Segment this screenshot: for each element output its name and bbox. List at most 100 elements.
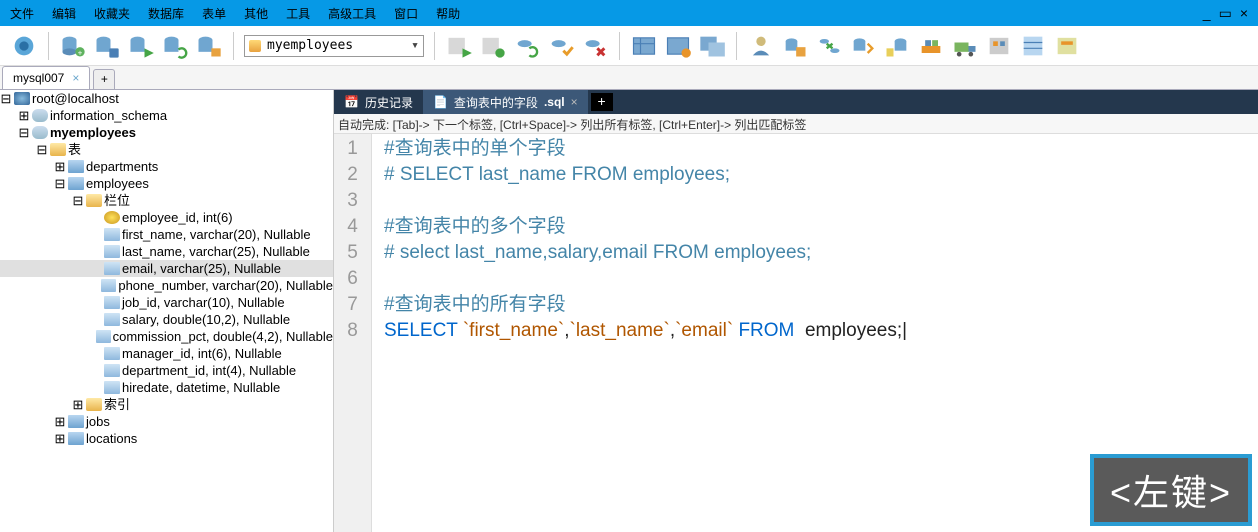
ico-col-icon [104, 262, 120, 275]
menu-item[interactable]: 窗口 [394, 5, 418, 22]
tool-a-icon[interactable] [985, 32, 1013, 60]
tree-column[interactable]: employee_id, int(6) [0, 209, 333, 226]
file-add-button[interactable]: + [591, 93, 613, 111]
menu-item[interactable]: 数据库 [148, 5, 184, 22]
left-click-overlay[interactable]: <左键> [1090, 454, 1252, 526]
ico-col-icon [104, 347, 120, 360]
menu-item[interactable]: 工具 [286, 5, 310, 22]
ico-folder-icon [50, 143, 66, 156]
ico-folder-icon [86, 398, 102, 411]
tree-column[interactable]: phone_number, varchar(20), Nullable [0, 277, 333, 294]
tree-column[interactable]: salary, double(10,2), Nullable [0, 311, 333, 328]
tree-folder[interactable]: ⊟ 表 [0, 141, 333, 158]
tree-toggle-icon[interactable]: ⊟ [36, 141, 48, 158]
new-conn-icon[interactable] [10, 32, 38, 60]
tree-toggle-icon[interactable]: ⊟ [0, 90, 12, 107]
tree-table[interactable]: ⊞ departments [0, 158, 333, 175]
close-icon[interactable]: × [1240, 5, 1248, 21]
menu-item[interactable]: 文件 [10, 5, 34, 22]
tree-toggle-icon[interactable]: ⊞ [18, 107, 30, 124]
trans-commit-icon[interactable] [547, 32, 575, 60]
tree-toggle-icon[interactable]: ⊞ [54, 413, 66, 430]
menu-item[interactable]: 高级工具 [328, 5, 376, 22]
tree-database[interactable]: ⊞ information_schema [0, 107, 333, 124]
tree-toggle-icon[interactable]: ⊞ [72, 396, 84, 413]
file-tab-label: 历史记录 [365, 94, 413, 111]
exec-icon[interactable] [445, 32, 473, 60]
ship-icon[interactable] [917, 32, 945, 60]
ico-col-icon [104, 313, 120, 326]
tree-column[interactable]: job_id, varchar(10), Nullable [0, 294, 333, 311]
tree-label: department_id, int(4), Nullable [122, 362, 296, 379]
ico-table-icon [68, 160, 84, 173]
exec-selection-icon[interactable] [479, 32, 507, 60]
tree-column[interactable]: department_id, int(4), Nullable [0, 362, 333, 379]
minimize-icon[interactable]: _ [1203, 5, 1211, 21]
tree-folder[interactable]: ⊟ 栏位 [0, 192, 333, 209]
connection-add-button[interactable]: + [93, 69, 115, 89]
ico-db-icon [32, 126, 48, 139]
menu-item[interactable]: 帮助 [436, 5, 460, 22]
db-run-icon[interactable] [127, 32, 155, 60]
ico-col-icon [104, 228, 120, 241]
tree-database[interactable]: ⊟ myemployees [0, 124, 333, 141]
trans-rollback-icon[interactable] [581, 32, 609, 60]
close-icon[interactable]: × [571, 95, 578, 109]
table-1-icon[interactable] [630, 32, 658, 60]
sync-icon[interactable] [815, 32, 843, 60]
tree-label: first_name, varchar(20), Nullable [122, 226, 311, 243]
database-select[interactable]: myemployees [244, 35, 424, 57]
tree-column[interactable]: last_name, varchar(25), Nullable [0, 243, 333, 260]
tab-query[interactable]: 📄 查询表中的字段.sql × [423, 90, 588, 115]
tree-folder[interactable]: ⊞ 索引 [0, 396, 333, 413]
db-new-icon[interactable]: + [59, 32, 87, 60]
tree-toggle-icon[interactable]: ⊞ [54, 158, 66, 175]
tree-toggle-icon[interactable]: ⊟ [72, 192, 84, 209]
tree-column[interactable]: commission_pct, double(4,2), Nullable [0, 328, 333, 345]
tree-column[interactable]: first_name, varchar(20), Nullable [0, 226, 333, 243]
export-icon[interactable] [849, 32, 877, 60]
code-token: `last_name` [570, 320, 670, 341]
ico-table-icon [68, 432, 84, 445]
tree-column[interactable]: email, varchar(25), Nullable [0, 260, 333, 277]
tree-table[interactable]: ⊞ locations [0, 430, 333, 447]
ico-server-icon [14, 92, 30, 105]
connection-tab-label: mysql007 [13, 71, 64, 85]
tree-column[interactable]: manager_id, int(6), Nullable [0, 345, 333, 362]
table-3-icon[interactable] [698, 32, 726, 60]
file-tab-label: 查询表中的字段 [454, 94, 538, 111]
tree-server[interactable]: ⊟ root@localhost [0, 90, 333, 107]
tree-table[interactable]: ⊞ jobs [0, 413, 333, 430]
db-save-icon[interactable] [93, 32, 121, 60]
menu-item[interactable]: 其他 [244, 5, 268, 22]
trans-refresh-icon[interactable] [513, 32, 541, 60]
user-icon[interactable] [747, 32, 775, 60]
code-token: # select last_name,salary,email FROM emp… [384, 242, 811, 263]
truck-icon[interactable] [951, 32, 979, 60]
db-refresh-icon[interactable] [161, 32, 189, 60]
restore-icon[interactable]: ▭ [1219, 5, 1232, 22]
tree-toggle-icon[interactable]: ⊟ [54, 175, 66, 192]
code-token: `first_name` [463, 320, 564, 341]
menu-item[interactable]: 表单 [202, 5, 226, 22]
table-2-icon[interactable] [664, 32, 692, 60]
tree-label: employee_id, int(6) [122, 209, 233, 226]
tree-toggle-icon[interactable]: ⊟ [18, 124, 30, 141]
close-icon[interactable]: × [72, 71, 79, 85]
db-event-icon[interactable] [195, 32, 223, 60]
tab-history[interactable]: 📅 历史记录 [334, 90, 423, 115]
tree-label: locations [86, 430, 137, 447]
import-icon[interactable] [883, 32, 911, 60]
connection-tabs: mysql007 × + [0, 66, 1258, 90]
tree-column[interactable]: hiredate, datetime, Nullable [0, 379, 333, 396]
toolbar: + myemployees [0, 26, 1258, 66]
tool-b-icon[interactable] [1019, 32, 1047, 60]
backup-icon[interactable] [781, 32, 809, 60]
object-tree[interactable]: ⊟ root@localhost⊞ information_schema⊟ my… [0, 90, 334, 532]
menu-item[interactable]: 收藏夹 [94, 5, 130, 22]
tree-table[interactable]: ⊟ employees [0, 175, 333, 192]
connection-tab[interactable]: mysql007 × [2, 66, 90, 89]
tool-c-icon[interactable] [1053, 32, 1081, 60]
tree-toggle-icon[interactable]: ⊞ [54, 430, 66, 447]
menu-item[interactable]: 编辑 [52, 5, 76, 22]
